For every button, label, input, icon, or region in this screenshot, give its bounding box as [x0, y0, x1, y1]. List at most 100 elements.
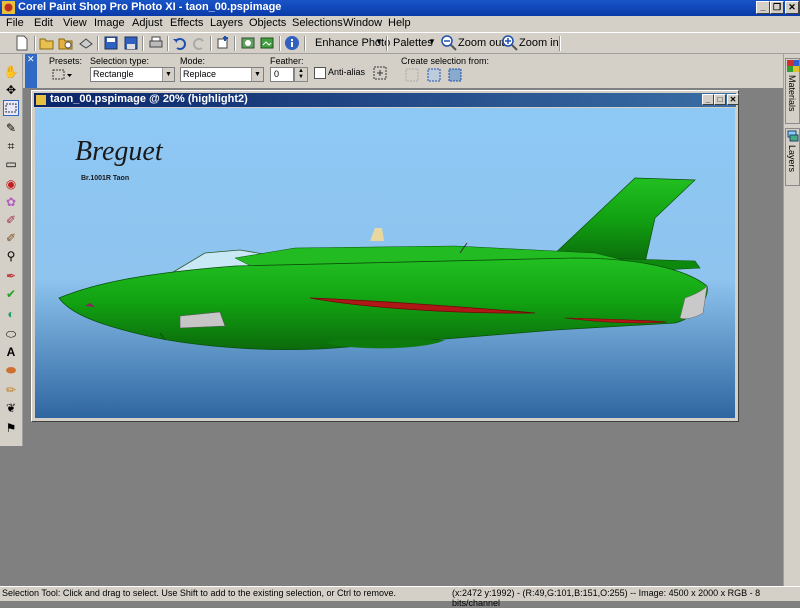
selection-tool-icon[interactable] [3, 100, 19, 116]
anti-alias-label: Anti-alias [328, 67, 366, 77]
feather-value: 0 [274, 69, 280, 79]
menu-objects[interactable]: Objects [249, 17, 286, 29]
layers-icon [787, 130, 799, 142]
document-window[interactable]: taon_00.pspimage @ 20% (highlight2) _ □ … [31, 90, 739, 422]
standard-toolbar: Enhance Photo ▼ Palettes ▼ Zoom out Zoom… [0, 32, 800, 54]
zoom-out-button[interactable]: Zoom out [458, 37, 504, 49]
pan-tool-icon[interactable]: ✋ [3, 64, 19, 80]
undo-icon[interactable] [172, 35, 188, 51]
menu-adjust[interactable]: Adjust [132, 17, 163, 29]
selection-from-canvas-icon[interactable] [426, 67, 442, 83]
move-tool-icon[interactable]: ✥ [3, 82, 19, 98]
menu-image[interactable]: Image [94, 17, 125, 29]
menu-edit[interactable]: Edit [34, 17, 53, 29]
digital-camera-icon[interactable] [259, 35, 275, 51]
mode-select[interactable]: Replace ▼ [180, 67, 264, 82]
menu-window[interactable]: Window [343, 17, 382, 29]
copyright-watermark: © 2010 ROBERT DESSAY [65, 406, 125, 413]
materials-tab-label: Materials [787, 75, 797, 112]
menu-effects[interactable]: Effects [170, 17, 203, 29]
warp-brush-icon[interactable]: ❦ [3, 400, 19, 416]
info-icon[interactable] [284, 35, 300, 51]
crop-tool-icon[interactable]: ⌗ [3, 138, 19, 154]
clone-brush-icon[interactable]: ✐ [3, 212, 19, 228]
redo-icon[interactable] [191, 35, 207, 51]
mode-dropdown-icon[interactable]: ▼ [251, 68, 263, 81]
menu-file[interactable]: File [6, 17, 24, 29]
document-icon [36, 95, 46, 105]
tools-toolbar: ✋ ✥ ✎ ⌗ ▭ ◉ ✿ ✐ ✐ ⚲ ✒ ✔ ◐ ⬭ A ⬬ ✏ ❦ ⚑ [0, 54, 23, 446]
save-as-icon[interactable] [123, 35, 139, 51]
close-button[interactable]: ✕ [785, 1, 799, 14]
new-file-icon[interactable] [14, 35, 30, 51]
pen-tool-icon[interactable]: ✏ [3, 382, 19, 398]
save-icon[interactable] [103, 35, 119, 51]
text-tool-icon[interactable]: A [3, 344, 19, 360]
palettes-dropdown-icon[interactable]: ▼ [428, 37, 436, 46]
palette-close-icon[interactable]: ✕ [27, 54, 35, 65]
zoom-out-icon[interactable] [441, 35, 457, 51]
menu-layers[interactable]: Layers [210, 17, 243, 29]
zoom-in-button[interactable]: Zoom in [519, 37, 559, 49]
image-title: Breguet [75, 136, 164, 167]
presets-label: Presets: [49, 56, 83, 66]
materials-icon [787, 60, 799, 72]
open-folder-icon[interactable] [39, 35, 55, 51]
crop-to-selection-icon[interactable] [215, 35, 231, 51]
mode-label: Mode: [180, 56, 206, 66]
background-eraser-icon[interactable]: ⬭ [3, 326, 19, 342]
presets-selector-icon[interactable] [52, 68, 74, 82]
print-icon[interactable] [148, 35, 164, 51]
dropper-tool-icon[interactable]: ✎ [3, 120, 19, 136]
feather-input[interactable]: 0 [270, 67, 294, 82]
layers-tab-label: Layers [787, 145, 797, 173]
image-canvas[interactable]: Breguet Br.1001R Taon © 2010 ROBERT DESS… [35, 108, 735, 418]
menu-help[interactable]: Help [388, 17, 411, 29]
enhance-photo-dropdown-icon[interactable]: ▼ [375, 37, 383, 46]
tool-options-palette: ✕ Presets: Selection type: Rectangle ▼ Mo… [22, 54, 783, 88]
selection-from-all-layers-icon[interactable] [447, 67, 463, 83]
one-step-photo-fix-icon[interactable] [240, 35, 256, 51]
doc-minimize-button[interactable]: _ [702, 94, 714, 105]
selection-type-dropdown-icon[interactable]: ▼ [162, 68, 174, 81]
flood-fill-icon[interactable]: ⚑ [3, 420, 19, 436]
selection-type-value: Rectangle [93, 69, 134, 79]
palettes-button[interactable]: Palettes [393, 37, 433, 49]
preset-shape-icon[interactable]: ⬬ [3, 362, 19, 378]
paint-brush-icon[interactable]: ⚲ [3, 248, 19, 264]
eraser-tool-icon[interactable]: ◐ [3, 306, 19, 322]
app-icon [2, 1, 15, 14]
anti-alias-checkbox[interactable] [314, 67, 326, 79]
palette-dock: Materials Layers [783, 54, 800, 586]
mode-value: Replace [183, 69, 217, 79]
feather-label: Feather: [270, 56, 304, 66]
browse-icon[interactable] [58, 35, 74, 51]
scratch-remover-icon[interactable]: ✐ [3, 230, 19, 246]
status-bar: Selection Tool: Click and drag to select… [0, 586, 800, 608]
feather-stepper[interactable]: ▲ ▼ [294, 67, 308, 82]
image-subtitle: Br.1001R Taon [81, 175, 129, 182]
red-eye-tool-icon[interactable]: ◉ [3, 176, 19, 192]
materials-tab[interactable]: Materials [785, 58, 800, 124]
selection-from-layer-icon[interactable] [404, 67, 420, 83]
selection-type-label: Selection type: [90, 56, 150, 66]
airbrush-icon[interactable]: ✒ [3, 268, 19, 284]
makeover-tool-icon[interactable]: ✿ [3, 194, 19, 210]
menu-bar: File Edit View Image Adjust Effects Laye… [0, 16, 800, 32]
zoom-in-icon[interactable] [502, 35, 518, 51]
menu-selections[interactable]: Selections [292, 17, 343, 29]
selection-type-select[interactable]: Rectangle ▼ [90, 67, 175, 82]
window-title: Corel Paint Shop Pro Photo XI - taon_00.… [18, 1, 282, 13]
minimize-button[interactable]: _ [756, 1, 770, 14]
document-title-bar[interactable]: taon_00.pspimage @ 20% (highlight2) _ □ … [34, 93, 739, 107]
menu-view[interactable]: View [63, 17, 87, 29]
create-selection-from-label: Create selection from: [401, 56, 490, 66]
layers-tab[interactable]: Layers [785, 128, 800, 186]
deform-tool-icon[interactable]: ▭ [3, 156, 19, 172]
select-none-icon[interactable] [372, 65, 388, 81]
scan-icon[interactable] [78, 35, 94, 51]
doc-maximize-button[interactable]: □ [714, 94, 726, 105]
restore-button[interactable]: ❐ [770, 1, 784, 14]
doc-close-button[interactable]: ✕ [727, 94, 739, 105]
lighten-darken-icon[interactable]: ✔ [3, 286, 19, 302]
